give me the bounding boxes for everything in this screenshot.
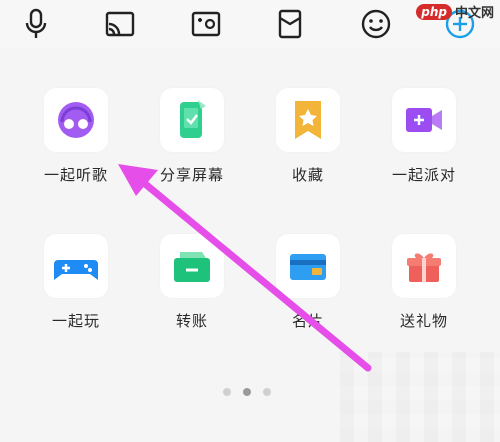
page-indicator <box>218 385 288 399</box>
tile-label: 一起听歌 <box>43 166 108 184</box>
share-screen-icon <box>180 100 206 138</box>
share-screen-button[interactable] <box>160 88 224 152</box>
page-dot[interactable] <box>263 388 271 396</box>
tile-party-together[interactable]: 一起派对 <box>369 88 479 185</box>
gamepad-icon <box>54 260 98 280</box>
tile-listen-together[interactable]: 一起听歌 <box>21 88 131 185</box>
tile-label: 一起派对 <box>391 166 456 184</box>
business-card-icon <box>290 254 326 280</box>
tile-transfer[interactable]: 转账 <box>137 234 247 331</box>
send-gift-button[interactable] <box>392 234 456 298</box>
tile-label: 分享屏幕 <box>159 166 224 184</box>
tile-label: 收藏 <box>291 166 324 184</box>
tile-label: 一起玩 <box>51 312 100 330</box>
party-together-button[interactable] <box>392 88 456 152</box>
party-together-icon <box>406 108 442 132</box>
tile-play-together[interactable]: 一起玩 <box>21 234 131 331</box>
pixelated-area <box>340 352 500 442</box>
business-card-button[interactable] <box>276 234 340 298</box>
tile-label: 转账 <box>175 312 208 330</box>
play-together-button[interactable] <box>44 234 108 298</box>
tile-share-screen[interactable]: 分享屏幕 <box>137 88 247 185</box>
page-dot[interactable] <box>223 388 231 396</box>
tile-label: 送礼物 <box>399 312 448 330</box>
tile-business-card[interactable]: 名片 <box>253 234 363 331</box>
gift-icon <box>407 253 441 282</box>
page-dot-active[interactable] <box>243 388 251 396</box>
tile-label: 名片 <box>291 312 324 330</box>
transfer-button[interactable] <box>160 234 224 298</box>
listen-together-button[interactable] <box>44 88 108 152</box>
listen-together-icon <box>58 102 94 138</box>
tile-send-gift[interactable]: 送礼物 <box>369 234 479 331</box>
favorites-button[interactable] <box>276 88 340 152</box>
favorites-icon <box>295 101 321 139</box>
transfer-icon <box>174 252 210 282</box>
tile-favorites[interactable]: 收藏 <box>253 88 363 185</box>
